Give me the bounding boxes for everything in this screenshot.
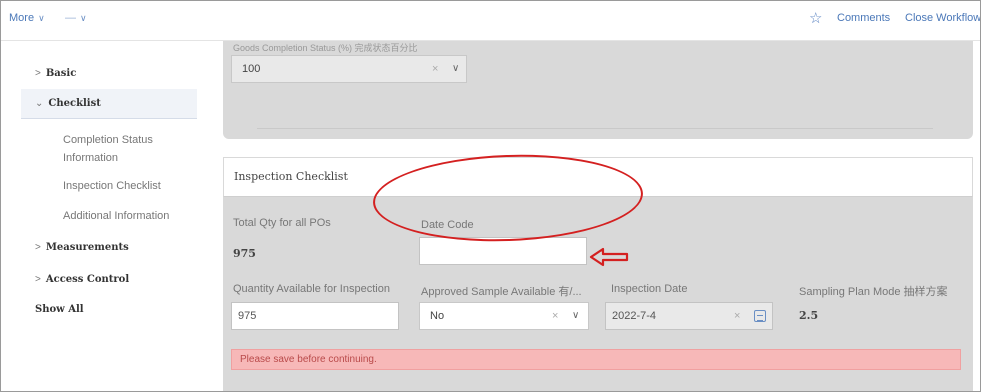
clear-icon[interactable]: ×: [552, 303, 558, 329]
inspection-date-value: 2022-7-4: [612, 310, 657, 322]
completion-status-label: Goods Completion Status (%) 完成状态百分比: [233, 43, 418, 53]
chevron-down-icon: ∨: [38, 13, 45, 23]
completion-status-select[interactable]: 100 × ∨: [231, 55, 467, 83]
inspection-date-input[interactable]: 2022-7-4 ×: [605, 302, 773, 330]
sidebar-subitem-completion-status[interactable]: Completion Status Information: [63, 131, 193, 167]
sidebar-item-measurements[interactable]: > Measurements: [21, 233, 197, 263]
qty-available-input[interactable]: 975: [231, 302, 399, 330]
secondary-menu[interactable]: — ∨: [65, 12, 87, 24]
chevron-down-icon[interactable]: ∨: [572, 303, 579, 329]
clear-icon[interactable]: ×: [432, 56, 438, 82]
comments-link[interactable]: Comments: [837, 12, 890, 24]
sampling-plan-label: Sampling Plan Mode 抽样方案: [799, 286, 948, 298]
more-menu-label: More: [9, 12, 35, 24]
section-divider: [257, 128, 933, 129]
date-code-input[interactable]: [419, 237, 587, 265]
completion-status-section: Goods Completion Status (%) 完成状态百分比 100 …: [223, 41, 973, 139]
sidebar-item-label: Access Control: [45, 274, 130, 285]
completion-status-value: 100: [242, 63, 261, 75]
secondary-menu-label: —: [65, 12, 76, 24]
section-title: Inspection Checklist: [234, 170, 348, 183]
sidebar-subitem-additional-information[interactable]: Additional Information: [63, 207, 193, 225]
star-icon[interactable]: ☆: [809, 9, 822, 27]
approved-sample-value: No: [430, 310, 445, 322]
total-qty-label: Total Qty for all POs: [233, 217, 331, 229]
close-workflow-link[interactable]: Close Workflow: [905, 12, 980, 24]
approved-sample-select[interactable]: No × ∨: [419, 302, 589, 330]
top-toolbar: More ∨ — ∨ ☆ Comments Close Workflow: [1, 1, 980, 41]
chevron-down-icon: ∨: [80, 13, 87, 23]
sidebar-item-checklist[interactable]: ⌄ Checklist: [21, 89, 197, 119]
sidebar-item-show-all[interactable]: Show All: [21, 295, 197, 325]
chevron-right-icon: >: [35, 68, 41, 79]
app-window: More ∨ — ∨ ☆ Comments Close Workflow > Basi…: [0, 0, 981, 392]
inspection-date-label: Inspection Date: [611, 283, 688, 295]
total-qty-value: 975: [233, 247, 256, 260]
sidebar-item-basic[interactable]: > Basic: [21, 59, 197, 89]
chevron-right-icon: >: [35, 242, 41, 253]
approved-sample-label: Approved Sample Available 有/...: [421, 286, 582, 298]
chevron-right-icon: >: [35, 274, 41, 285]
more-menu[interactable]: More ∨: [9, 12, 45, 24]
annotation-arrow-icon: [589, 247, 629, 267]
sidebar-item-label: Basic: [45, 68, 77, 79]
sidebar-item-access-control[interactable]: > Access Control: [21, 265, 197, 295]
chevron-down-icon: ⌄: [35, 98, 44, 109]
calendar-icon[interactable]: [754, 310, 766, 322]
qty-available-label: Quantity Available for Inspection: [233, 283, 390, 295]
chevron-down-icon[interactable]: ∨: [452, 56, 459, 82]
error-message-banner: Please save before continuing.: [231, 349, 961, 370]
sidebar-nav: > Basic ⌄ Checklist Completion Status Info…: [21, 41, 197, 391]
sidebar-item-label: Show All: [35, 304, 84, 315]
clear-icon[interactable]: ×: [734, 303, 740, 329]
sampling-plan-value: 2.5: [799, 309, 819, 322]
sidebar-subitem-inspection-checklist[interactable]: Inspection Checklist: [63, 177, 193, 195]
sidebar-item-label: Checklist: [48, 98, 101, 109]
sidebar-item-label: Measurements: [45, 242, 129, 253]
